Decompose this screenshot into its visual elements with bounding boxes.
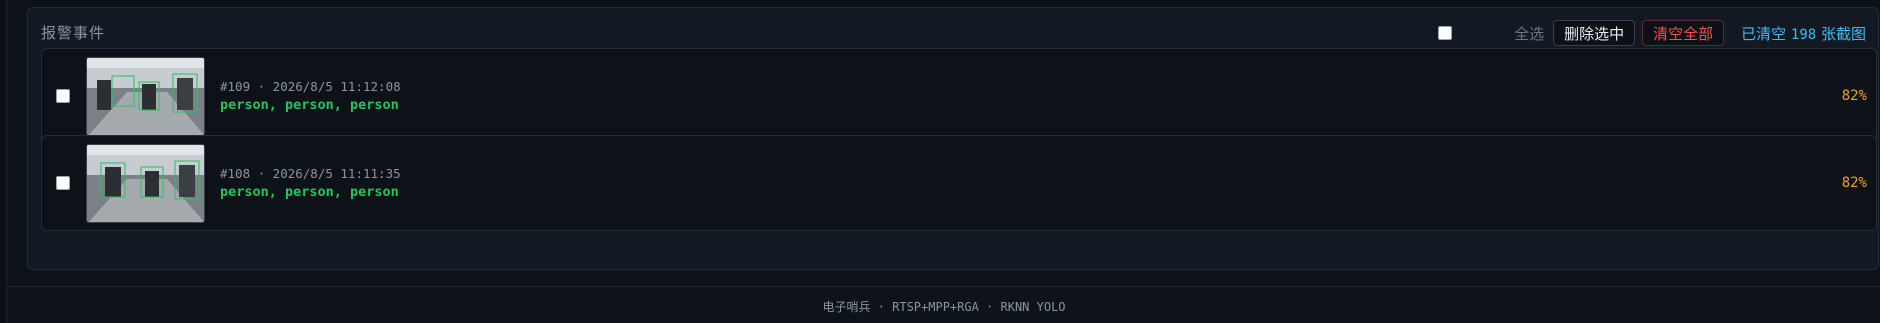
panel-title: 报警事件 (41, 24, 106, 42)
alarm-events-panel: 报警事件 全选 删除选中 清空全部 已清空 198 张截图 #109 · 202… (27, 7, 1879, 270)
event-row[interactable]: #109 · 2026/8/5 11:12:08 person, person,… (41, 48, 1877, 144)
select-all-checkbox[interactable] (1438, 26, 1453, 40)
event-confidence: 82% (1841, 175, 1867, 191)
app-frame: 报警事件 全选 删除选中 清空全部 已清空 198 张截图 #109 · 202… (6, 0, 1880, 323)
event-row[interactable]: #108 · 2026/8/5 11:11:35 person, person,… (41, 135, 1877, 231)
cleared-status: 已清空 198 张截图 (1741, 23, 1866, 44)
select-all-label[interactable]: 全选 (1514, 23, 1544, 44)
footer-text: 电子哨兵 · RTSP+MPP+RGA · RKNN YOLO (822, 300, 1066, 314)
event-snapshot-thumbnail[interactable] (86, 57, 205, 136)
cleared-suffix: 张截图 (1820, 24, 1866, 43)
snapshot-image (87, 145, 204, 222)
event-detection-labels: person, person, person (220, 97, 399, 113)
footer-divider (7, 286, 1880, 287)
event-meta: #109 · 2026/8/5 11:12:08 (220, 79, 401, 94)
event-snapshot-thumbnail[interactable] (86, 144, 205, 223)
event-confidence: 82% (1841, 88, 1867, 104)
cleared-count: 198 (1790, 26, 1817, 43)
snapshot-image (87, 58, 204, 135)
cleared-prefix: 已清空 (1741, 24, 1787, 43)
event-select-checkbox[interactable] (56, 176, 70, 190)
panel-toolbar: 全选 删除选中 清空全部 已清空 198 张截图 (1438, 20, 1866, 46)
clear-all-button[interactable]: 清空全部 (1642, 20, 1725, 46)
event-meta: #108 · 2026/8/5 11:11:35 (220, 166, 401, 181)
event-select-checkbox[interactable] (56, 89, 70, 103)
event-detection-labels: person, person, person (220, 184, 399, 200)
delete-selected-button[interactable]: 删除选中 (1553, 20, 1636, 46)
